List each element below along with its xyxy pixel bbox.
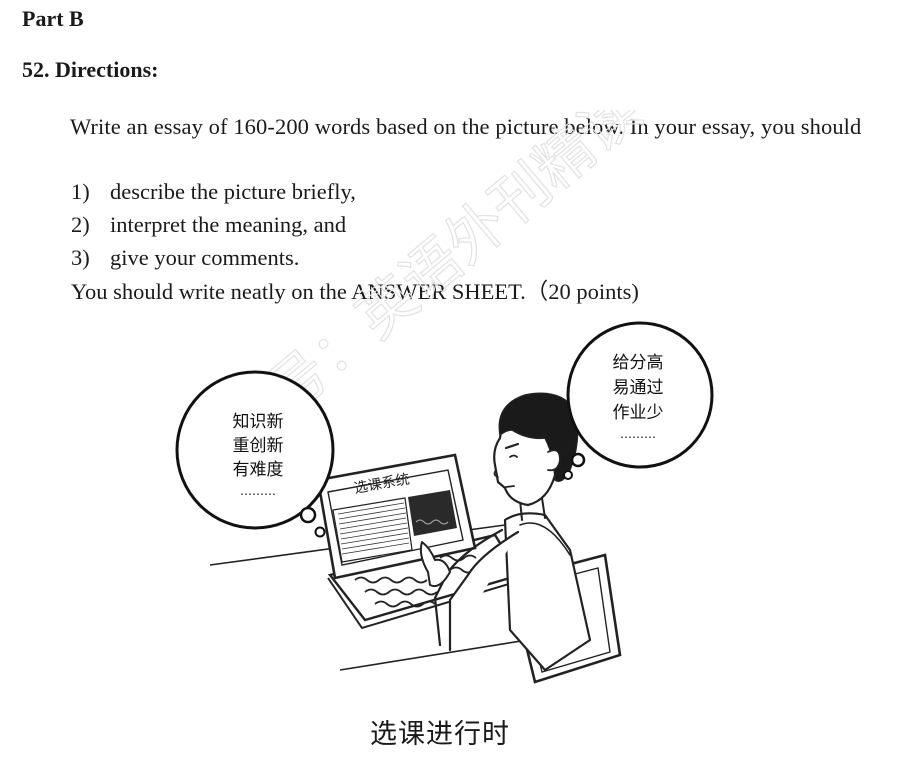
right-bubble-line: 作业少 bbox=[613, 403, 664, 423]
part-heading: Part B bbox=[22, 6, 84, 31]
instructions-intro: Write an essay of 160-200 words based on… bbox=[70, 114, 862, 139]
cartoon-caption: 选课进行时 bbox=[370, 719, 510, 750]
instructions-closing: You should write neatly on the ANSWER SH… bbox=[71, 279, 639, 304]
instruction-item-text: describe the picture briefly, bbox=[110, 179, 356, 204]
left-thought-bubble: 知识新 重创新 有难度 ……… bbox=[175, 370, 335, 538]
left-bubble-line: ……… bbox=[240, 484, 276, 498]
instruction-item: 3) give your comments. bbox=[71, 241, 299, 274]
left-bubble-line: 知识新 bbox=[233, 412, 284, 432]
right-thought-bubble: 给分高 易通过 作业少 ……… bbox=[563, 321, 714, 480]
instruction-item-text: interpret the meaning, and bbox=[110, 212, 347, 237]
right-bubble-line: ……… bbox=[620, 427, 656, 441]
cartoon-illustration: 选课系统 知识新 重创新 有难度 ……… 给分高 易通过 作业少 ……… bbox=[175, 321, 714, 684]
left-bubble-line: 重创新 bbox=[233, 436, 284, 456]
right-bubble-line: 给分高 bbox=[613, 353, 664, 373]
instruction-item: 1) describe the picture briefly, bbox=[71, 175, 356, 208]
instruction-item: 2) interpret the meaning, and bbox=[71, 208, 346, 241]
laptop: 选课系统 bbox=[316, 453, 523, 630]
left-bubble-line: 有难度 bbox=[233, 460, 284, 480]
instruction-item-text: give your comments. bbox=[110, 245, 300, 270]
instruction-item-number: 2) bbox=[71, 212, 90, 237]
directions-heading: 52. Directions: bbox=[22, 57, 159, 82]
instruction-item-number: 3) bbox=[71, 245, 90, 270]
right-bubble-line: 易通过 bbox=[613, 378, 664, 398]
instruction-item-number: 1) bbox=[71, 179, 90, 204]
